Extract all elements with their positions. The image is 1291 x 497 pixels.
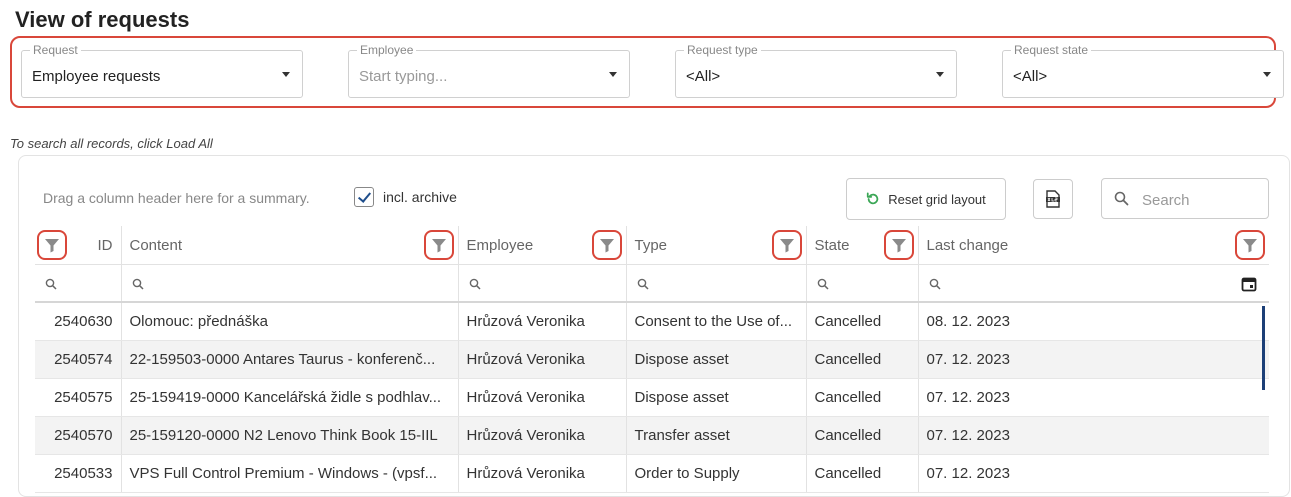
cell-last-change: 07. 12. 2023 xyxy=(918,416,1269,455)
request-state-filter-label: Request state xyxy=(1011,43,1092,57)
search-icon xyxy=(817,278,829,290)
request-filter-value: Employee requests xyxy=(32,68,161,85)
request-filter-label: Request xyxy=(30,43,81,57)
column-header-content[interactable]: Content xyxy=(121,226,459,265)
cell-employee: Hrůzová Veronika xyxy=(458,416,627,455)
filter-funnel-icon[interactable] xyxy=(883,230,914,260)
search-icon xyxy=(637,278,649,290)
cell-state: Cancelled xyxy=(806,302,919,341)
reset-icon xyxy=(867,192,879,205)
search-icon xyxy=(469,278,481,290)
cell-type: Dispose asset xyxy=(626,340,807,379)
cell-type: Transfer asset xyxy=(626,416,807,455)
column-header-type[interactable]: Type xyxy=(626,226,807,265)
cell-last-change: 07. 12. 2023 xyxy=(918,340,1269,379)
load-all-hint: To search all records, click Load All xyxy=(10,136,213,151)
column-header-employee-label: Employee xyxy=(466,237,534,254)
filter-cell-id[interactable] xyxy=(35,264,122,303)
column-header-state-label: State xyxy=(814,237,850,254)
table-row[interactable]: 2540575 25-159419-0000 Kancelářská židle… xyxy=(35,378,1269,417)
filter-funnel-icon[interactable] xyxy=(771,230,802,260)
filter-cell-type[interactable] xyxy=(626,264,807,303)
search-icon xyxy=(45,278,57,290)
filter-funnel-icon[interactable] xyxy=(1235,230,1265,260)
employee-filter-label: Employee xyxy=(357,43,417,57)
filter-cell-content[interactable] xyxy=(121,264,459,303)
filter-cell-state[interactable] xyxy=(806,264,919,303)
chevron-down-icon xyxy=(1263,72,1271,77)
grid-search-input[interactable] xyxy=(1140,187,1264,213)
employee-filter-value: Start typing... xyxy=(359,68,448,85)
table-row[interactable]: 2540533 VPS Full Control Premium - Windo… xyxy=(35,454,1269,493)
cell-employee: Hrůzová Veronika xyxy=(458,378,627,417)
request-type-filter-value: <All> xyxy=(686,68,721,85)
filter-funnel-icon[interactable] xyxy=(423,230,454,260)
search-icon xyxy=(132,278,144,290)
reset-grid-layout-label: Reset grid layout xyxy=(888,191,986,207)
column-header-last-change[interactable]: Last change xyxy=(918,226,1269,265)
table-row[interactable]: 2540570 25-159120-0000 N2 Lenovo Think B… xyxy=(35,416,1269,455)
xlsx-export-button[interactable] xyxy=(1033,179,1073,219)
cell-last-change: 07. 12. 2023 xyxy=(918,454,1269,493)
filter-panel: Request Employee requests Employee Start… xyxy=(10,36,1284,108)
search-icon xyxy=(929,278,941,290)
scroll-position-indicator[interactable] xyxy=(1262,306,1265,390)
employee-filter[interactable]: Employee Start typing... xyxy=(348,43,630,98)
request-filter[interactable]: Request Employee requests xyxy=(21,43,303,98)
chevron-down-icon xyxy=(936,72,944,77)
cell-employee: Hrůzová Veronika xyxy=(458,454,627,493)
request-state-filter-value: <All> xyxy=(1013,68,1048,85)
column-header-state[interactable]: State xyxy=(806,226,919,265)
cell-type: Consent to the Use of... xyxy=(626,302,807,341)
calendar-icon[interactable] xyxy=(1241,276,1257,292)
column-header-last-change-label: Last change xyxy=(926,237,1009,254)
cell-id: 2540574 xyxy=(35,340,122,379)
cell-content: 22-159503-0000 Antares Taurus - konferen… xyxy=(121,340,459,379)
cell-type: Dispose asset xyxy=(626,378,807,417)
column-header-id[interactable]: ID xyxy=(35,226,122,265)
column-header-content-label: Content xyxy=(129,237,183,254)
filter-cell-last-change[interactable] xyxy=(918,264,1269,303)
cell-content: VPS Full Control Premium - Windows - (vp… xyxy=(121,454,459,493)
cell-id: 2540570 xyxy=(35,416,122,455)
table-row[interactable]: 2540574 22-159503-0000 Antares Taurus - … xyxy=(35,340,1269,379)
chevron-down-icon xyxy=(609,72,617,77)
reset-grid-layout-button[interactable]: Reset grid layout xyxy=(846,178,1006,220)
column-header-employee[interactable]: Employee xyxy=(458,226,627,265)
cell-last-change: 08. 12. 2023 xyxy=(918,302,1269,341)
request-type-filter-label: Request type xyxy=(684,43,761,57)
requests-grid: ID Content Employee Type State Last chan… xyxy=(35,226,1269,493)
cell-employee: Hrůzová Veronika xyxy=(458,302,627,341)
include-archive-label[interactable]: incl. archive xyxy=(383,189,457,205)
grid-search-box[interactable] xyxy=(1101,178,1269,219)
cell-content: 25-159120-0000 N2 Lenovo Think Book 15-I… xyxy=(121,416,459,455)
cell-state: Cancelled xyxy=(806,416,919,455)
cell-content: Olomouc: přednáška xyxy=(121,302,459,341)
request-state-filter[interactable]: Request state <All> xyxy=(1002,43,1284,98)
xlsx-export-icon xyxy=(1046,190,1060,208)
request-type-filter[interactable]: Request type <All> xyxy=(675,43,957,98)
filter-funnel-icon[interactable] xyxy=(591,230,622,260)
include-archive-checkbox[interactable] xyxy=(354,187,374,207)
cell-state: Cancelled xyxy=(806,454,919,493)
table-row[interactable]: 2540630 Olomouc: přednáška Hrůzová Veron… xyxy=(35,302,1269,341)
group-panel-hint: Drag a column header here for a summary. xyxy=(43,190,310,206)
column-header-id-label: ID xyxy=(97,237,113,254)
column-header-type-label: Type xyxy=(634,237,668,254)
filter-cell-employee[interactable] xyxy=(458,264,627,303)
search-icon xyxy=(1114,191,1129,206)
page-title: View of requests xyxy=(15,7,190,32)
cell-id: 2540575 xyxy=(35,378,122,417)
cell-state: Cancelled xyxy=(806,340,919,379)
cell-id: 2540630 xyxy=(35,302,122,341)
filter-funnel-icon[interactable] xyxy=(37,230,67,260)
cell-last-change: 07. 12. 2023 xyxy=(918,378,1269,417)
cell-employee: Hrůzová Veronika xyxy=(458,340,627,379)
cell-state: Cancelled xyxy=(806,378,919,417)
cell-id: 2540533 xyxy=(35,454,122,493)
cell-type: Order to Supply xyxy=(626,454,807,493)
cell-content: 25-159419-0000 Kancelářská židle s podhl… xyxy=(121,378,459,417)
chevron-down-icon xyxy=(282,72,290,77)
